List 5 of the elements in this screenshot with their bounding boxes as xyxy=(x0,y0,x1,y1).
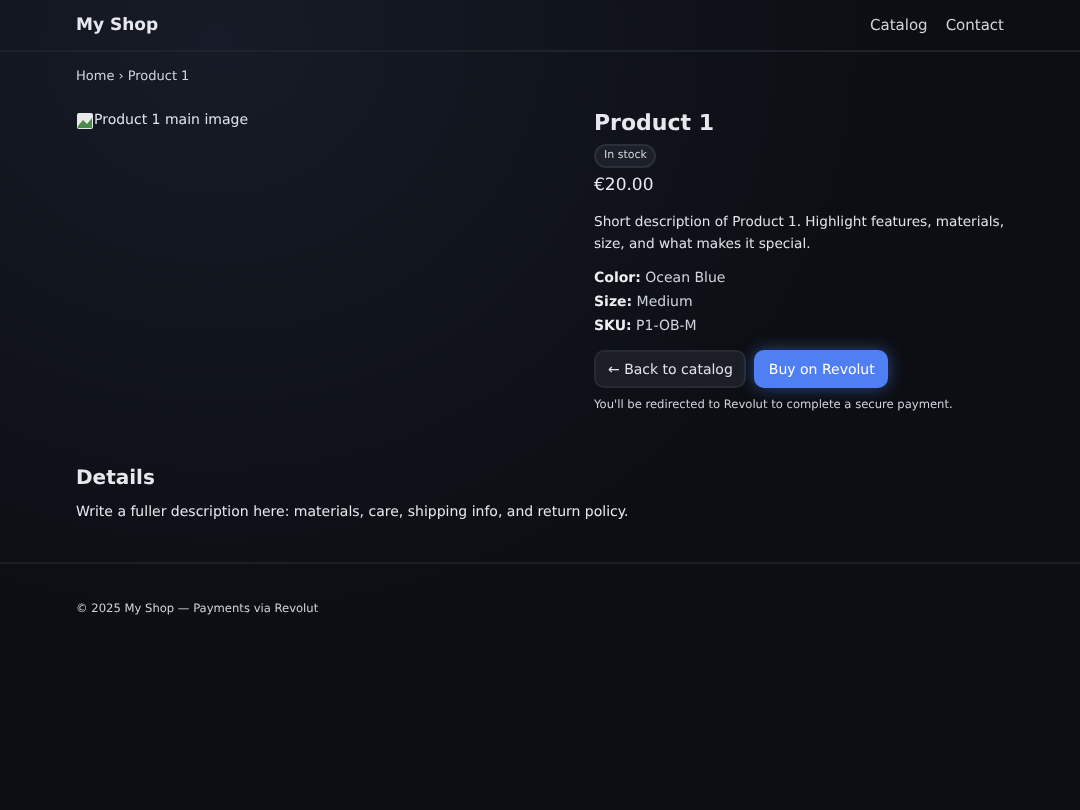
broken-image-icon xyxy=(76,111,94,129)
details-heading: Details xyxy=(76,466,157,494)
product-title: Product 1 xyxy=(594,110,715,138)
product-price: €20.00 xyxy=(594,176,654,196)
brand-name[interactable]: My Shop xyxy=(76,15,159,35)
